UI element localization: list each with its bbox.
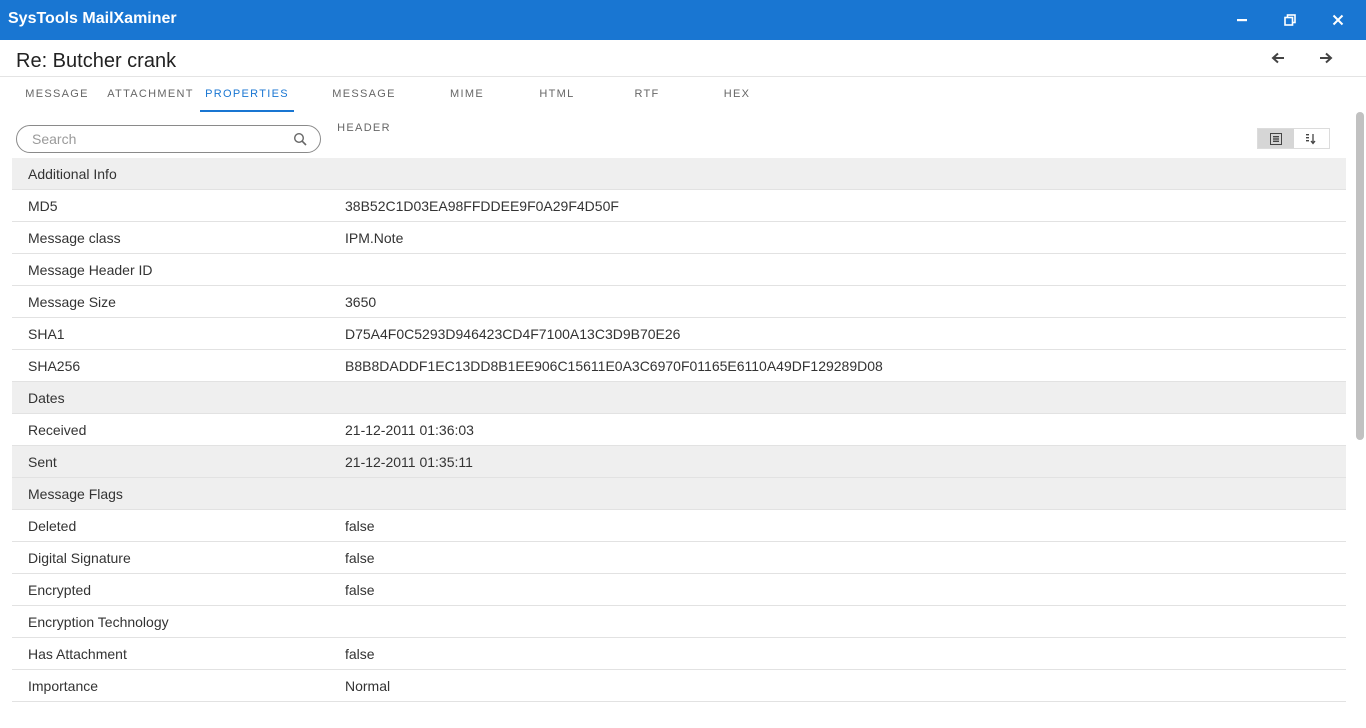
properties-grid: Additional Info MD5 38B52C1D03EA98FFDDEE… <box>12 158 1346 702</box>
property-name: MD5 <box>28 198 58 214</box>
property-name: Sent <box>28 454 57 470</box>
arrow-right-icon <box>1320 52 1333 64</box>
property-value: IPM.Note <box>345 230 404 246</box>
group-title: Additional Info <box>28 166 117 182</box>
property-name: SHA1 <box>28 326 65 342</box>
property-row-encryption-technology[interactable]: Encryption Technology <box>12 606 1346 638</box>
minimize-icon <box>1237 19 1247 22</box>
minimize-button[interactable] <box>1218 0 1266 40</box>
property-row-importance[interactable]: Importance Normal <box>12 670 1346 702</box>
property-value: B8B8DADDF1EC13DD8B1EE906C15611E0A3C6970F… <box>345 358 883 374</box>
property-value: 38B52C1D03EA98FFDDEE9F0A29F4D50F <box>345 198 619 214</box>
property-name: SHA256 <box>28 358 81 374</box>
property-row-message-class[interactable]: Message class IPM.Note <box>12 222 1346 254</box>
tab-properties[interactable]: PROPERTIES <box>200 77 294 112</box>
categorized-view-button[interactable] <box>1258 129 1294 148</box>
restore-button[interactable] <box>1266 0 1314 40</box>
property-value: false <box>345 646 375 662</box>
property-row-md5[interactable]: MD5 38B52C1D03EA98FFDDEE9F0A29F4D50F <box>12 190 1346 222</box>
property-value: D75A4F0C5293D946423CD4F7100A13C3D9B70E26 <box>345 326 681 342</box>
property-value: Normal <box>345 678 391 694</box>
tab-rtf[interactable]: RTF <box>616 77 678 112</box>
property-row-message-size[interactable]: Message Size 3650 <box>12 286 1346 318</box>
vertical-scrollbar-thumb[interactable] <box>1356 112 1364 440</box>
previous-message-button[interactable] <box>1264 48 1292 68</box>
property-row-received[interactable]: Received 21-12-2011 01:36:03 <box>12 414 1346 446</box>
property-row-digital-signature[interactable]: Digital Signature false <box>12 542 1346 574</box>
restore-icon <box>1284 14 1296 26</box>
view-toggle <box>1257 128 1330 149</box>
property-value: false <box>345 550 375 566</box>
property-value: 3650 <box>345 294 377 310</box>
tab-message-header[interactable]: MESSAGE HEADER <box>304 77 424 134</box>
close-button[interactable] <box>1314 0 1362 40</box>
group-title: Message Flags <box>28 486 123 502</box>
app-title: SysTools MailXaminer <box>8 10 177 27</box>
categorized-icon <box>1269 132 1282 145</box>
group-header-message-flags[interactable]: Message Flags <box>12 478 1346 510</box>
property-value: 21-12-2011 01:35:11 <box>345 454 473 470</box>
property-name: Has Attachment <box>28 646 127 662</box>
property-row-sha256[interactable]: SHA256 B8B8DADDF1EC13DD8B1EE906C15611E0A… <box>12 350 1346 382</box>
tab-mime[interactable]: MIME <box>436 77 498 112</box>
property-name: Encryption Technology <box>28 614 169 630</box>
next-message-button[interactable] <box>1312 48 1340 68</box>
tab-message[interactable]: MESSAGE <box>16 77 98 112</box>
property-name: Digital Signature <box>28 550 131 566</box>
search-box <box>16 125 321 153</box>
property-name: Message class <box>28 230 121 246</box>
group-header-dates[interactable]: Dates <box>12 382 1346 414</box>
property-name: Message Size <box>28 294 116 310</box>
title-bar: SysTools MailXaminer <box>0 0 1366 40</box>
property-row-message-header-id[interactable]: Message Header ID <box>12 254 1346 286</box>
subject-bar: Re: Butcher crank <box>0 40 1366 77</box>
property-value: false <box>345 518 375 534</box>
tab-html[interactable]: HTML <box>526 77 588 112</box>
property-value: 21-12-2011 01:36:03 <box>345 422 474 438</box>
property-name: Message Header ID <box>28 262 153 278</box>
group-title: Dates <box>28 390 65 406</box>
group-header-additional-info[interactable]: Additional Info <box>12 158 1346 190</box>
property-name: Importance <box>28 678 99 694</box>
search-input[interactable] <box>32 130 287 148</box>
property-name: Encrypted <box>28 582 92 598</box>
close-icon <box>1332 14 1344 26</box>
tab-attachment[interactable]: ATTACHMENT <box>104 77 197 112</box>
property-name: Received <box>28 422 87 438</box>
tab-hex[interactable]: HEX <box>706 77 768 112</box>
property-row-has-attachment[interactable]: Has Attachment false <box>12 638 1346 670</box>
tab-bar: MESSAGE ATTACHMENT PROPERTIES MESSAGE HE… <box>0 77 1366 134</box>
property-row-deleted[interactable]: Deleted false <box>12 510 1346 542</box>
alphabetical-sort-button[interactable] <box>1294 129 1330 148</box>
sort-az-icon <box>1306 133 1316 145</box>
arrow-left-icon <box>1271 52 1284 64</box>
property-row-sent[interactable]: Sent 21-12-2011 01:35:11 <box>12 446 1346 478</box>
property-value: false <box>345 582 375 598</box>
message-subject: Re: Butcher crank <box>16 50 177 72</box>
search-icon[interactable] <box>293 132 308 152</box>
property-row-encrypted[interactable]: Encrypted false <box>12 574 1346 606</box>
property-name: Deleted <box>28 518 77 534</box>
property-row-sha1[interactable]: SHA1 D75A4F0C5293D946423CD4F7100A13C3D9B… <box>12 318 1346 350</box>
